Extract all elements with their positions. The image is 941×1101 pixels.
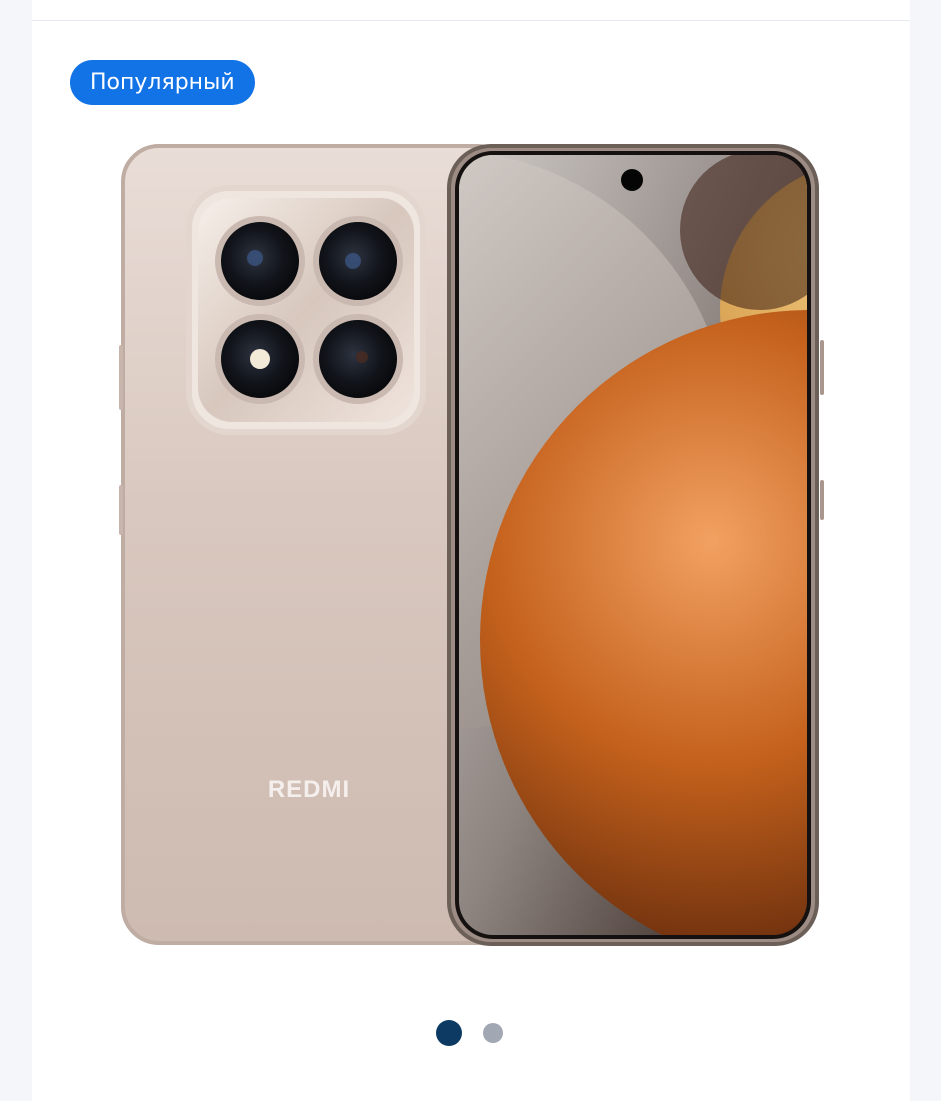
carousel-dot-active[interactable] xyxy=(436,1020,462,1046)
phone-illustration: REDMI xyxy=(119,144,824,946)
carousel-dot[interactable] xyxy=(483,1023,503,1043)
front-camera-icon xyxy=(621,169,643,191)
carousel-pagination xyxy=(0,1020,941,1048)
popular-badge: Популярный xyxy=(70,60,255,105)
previous-card-edge xyxy=(32,0,910,21)
brand-logo: REDMI xyxy=(268,776,350,803)
product-image[interactable]: REDMI xyxy=(110,140,830,954)
